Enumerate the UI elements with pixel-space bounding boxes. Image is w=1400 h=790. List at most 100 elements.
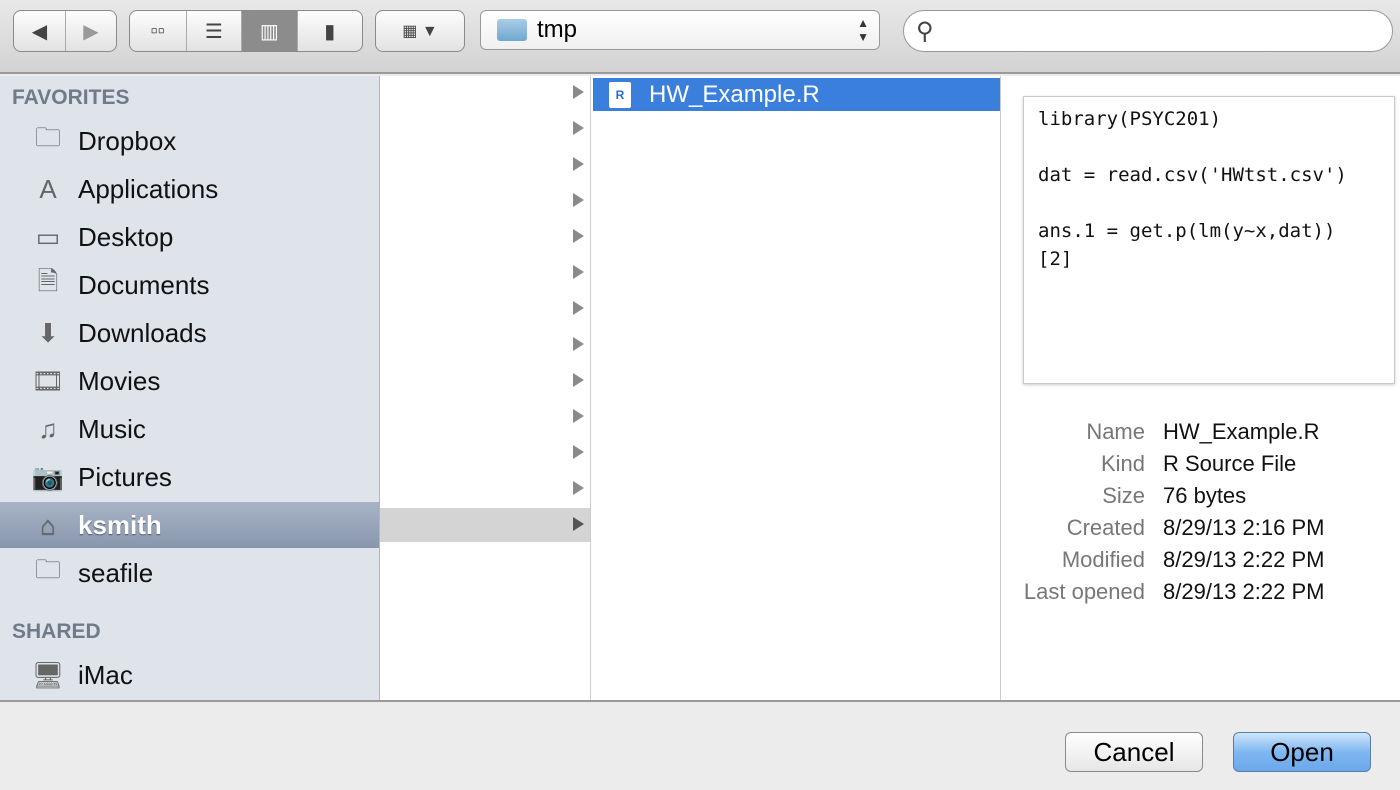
sidebar-item-label: Desktop xyxy=(78,221,174,252)
info-key: Last opened xyxy=(1023,579,1145,604)
sidebar-item-downloads[interactable]: ⬇ Downloads xyxy=(0,310,379,356)
forward-button[interactable]: ▶ xyxy=(64,11,116,51)
folder-row[interactable] xyxy=(380,76,590,110)
desktop-icon: ▭ xyxy=(35,221,61,252)
back-button[interactable]: ◀ xyxy=(14,11,65,51)
info-key: Kind xyxy=(1100,451,1145,476)
search-input[interactable] xyxy=(941,19,1362,43)
folder-icon xyxy=(497,19,527,41)
info-row: Created 8/29/13 2:16 PM xyxy=(1001,512,1400,544)
home-icon: ⌂ xyxy=(40,509,56,540)
search-field[interactable]: ⚲ xyxy=(903,10,1393,52)
shared-header: SHARED xyxy=(12,620,101,643)
imac-icon: 🖥 xyxy=(31,659,65,690)
folder-row[interactable] xyxy=(380,328,590,362)
info-row: Size 76 bytes xyxy=(1001,480,1400,512)
sidebar-item-label: Applications xyxy=(78,173,219,204)
disclosure-arrow-icon xyxy=(573,193,584,207)
file-item-selected[interactable]: R HW_Example.R xyxy=(593,78,1000,111)
disclosure-arrow-icon xyxy=(573,481,584,495)
favorites-header: FAVORITES xyxy=(12,86,130,109)
movies-icon: 🎞 xyxy=(31,365,65,396)
folder-row[interactable] xyxy=(380,220,590,254)
sidebar-item-label: Dropbox xyxy=(78,125,177,156)
sidebar-item-label: seafile xyxy=(78,557,154,588)
list-view-button[interactable]: ☰ xyxy=(185,11,242,51)
pictures-icon: 📷 xyxy=(31,461,65,492)
sidebar-item-label: iMac xyxy=(78,659,133,690)
coverflow-view-button[interactable]: ▮ xyxy=(296,11,362,51)
icon-view-button[interactable]: ▫▫ xyxy=(130,11,186,51)
view-mode-buttons: ▫▫ ☰ ▥ ▮ xyxy=(129,10,363,52)
folder-row[interactable] xyxy=(380,112,590,146)
parent-column xyxy=(380,76,591,700)
info-row: Kind R Source File xyxy=(1001,448,1400,480)
disclosure-arrow-icon xyxy=(573,157,584,171)
path-popup[interactable]: tmp ▲ ▼ xyxy=(480,10,880,50)
sidebar: FAVORITES 🗀 Dropbox A Applications ▭ Desktop 🗎… xyxy=(0,76,380,700)
folder-row[interactable] xyxy=(380,400,590,434)
sidebar-item-label: Music xyxy=(78,413,146,444)
folder-icon: 🗀 xyxy=(34,554,61,584)
file-info: Name HW_Example.R Kind R Source File Size 76 … xyxy=(1001,416,1400,608)
sidebar-item-movies[interactable]: 🎞 Movies xyxy=(0,358,379,404)
sidebar-item-label: ksmith xyxy=(78,509,162,540)
info-value: 76 bytes xyxy=(1163,483,1247,508)
folder-row[interactable] xyxy=(380,472,590,506)
documents-icon: 🗎 xyxy=(37,266,59,296)
folder-row[interactable] xyxy=(380,148,590,182)
info-value: 8/29/13 2:22 PM xyxy=(1163,547,1325,572)
toolbar: ◀ ▶ ▫▫ ☰ ▥ ▮ ▦ ▼ tmp ▲ ▼ ⚲ xyxy=(0,0,1400,74)
music-icon: ♫ xyxy=(38,413,58,444)
cancel-button[interactable]: Cancel xyxy=(1065,732,1203,772)
sidebar-item-dropbox[interactable]: 🗀 Dropbox xyxy=(0,118,379,164)
sidebar-item-label: Downloads xyxy=(78,317,207,348)
disclosure-arrow-icon xyxy=(573,229,584,243)
dialog-footer: Cancel Open xyxy=(0,700,1400,790)
folder-row[interactable] xyxy=(380,184,590,218)
info-row: Name HW_Example.R xyxy=(1001,416,1400,448)
arrange-button[interactable]: ▦ ▼ xyxy=(375,10,465,52)
path-label: tmp xyxy=(537,16,578,43)
sidebar-item-label: Movies xyxy=(78,365,161,396)
folder-row[interactable] xyxy=(380,436,590,470)
nav-buttons: ◀ ▶ xyxy=(13,10,117,52)
code-preview: library(PSYC201) dat = read.csv('HWtst.c… xyxy=(1023,96,1395,384)
info-value: 8/29/13 2:22 PM xyxy=(1163,579,1325,604)
info-key: Size xyxy=(1102,483,1145,508)
folder-row[interactable] xyxy=(380,364,590,398)
preview-pane: library(PSYC201) dat = read.csv('HWtst.c… xyxy=(1001,76,1400,700)
info-row: Modified 8/29/13 2:22 PM xyxy=(1001,544,1400,576)
arrange-icon: ▦ ▼ xyxy=(402,23,438,40)
file-column: R HW_Example.R xyxy=(591,76,1001,700)
info-value: R Source File xyxy=(1163,451,1297,476)
sidebar-item-pictures[interactable]: 📷 Pictures xyxy=(0,454,379,500)
disclosure-arrow-icon xyxy=(573,121,584,135)
sidebar-item-label: Documents xyxy=(78,269,210,300)
sidebar-item-applications[interactable]: A Applications xyxy=(0,166,379,212)
sidebar-item-seafile[interactable]: 🗀 seafile xyxy=(0,550,379,596)
search-icon: ⚲ xyxy=(916,17,934,45)
disclosure-arrow-icon xyxy=(573,85,584,99)
sidebar-item-ksmith[interactable]: ⌂ ksmith xyxy=(0,502,379,548)
info-value: HW_Example.R xyxy=(1163,419,1320,444)
info-key: Modified xyxy=(1061,547,1145,572)
sidebar-item-imac[interactable]: 🖥 iMac xyxy=(0,652,379,698)
sidebar-item-label: Pictures xyxy=(78,461,172,492)
sidebar-item-music[interactable]: ♫ Music xyxy=(0,406,379,452)
folder-row[interactable] xyxy=(380,292,590,326)
disclosure-arrow-icon xyxy=(573,373,584,387)
applications-icon: A xyxy=(39,173,57,204)
column-view-button[interactable]: ▥ xyxy=(241,11,297,51)
info-key: Created xyxy=(1066,515,1145,540)
folder-row[interactable] xyxy=(380,508,590,542)
sidebar-item-desktop[interactable]: ▭ Desktop xyxy=(0,214,379,260)
folder-row[interactable] xyxy=(380,256,590,290)
updown-chevron-icon: ▲ ▼ xyxy=(857,16,869,44)
info-value: 8/29/13 2:16 PM xyxy=(1163,515,1325,540)
info-key: Name xyxy=(1086,419,1145,444)
sidebar-item-documents[interactable]: 🗎 Documents xyxy=(0,262,379,308)
downloads-icon: ⬇ xyxy=(37,317,59,348)
disclosure-arrow-icon xyxy=(573,445,584,459)
open-button[interactable]: Open xyxy=(1233,732,1371,772)
